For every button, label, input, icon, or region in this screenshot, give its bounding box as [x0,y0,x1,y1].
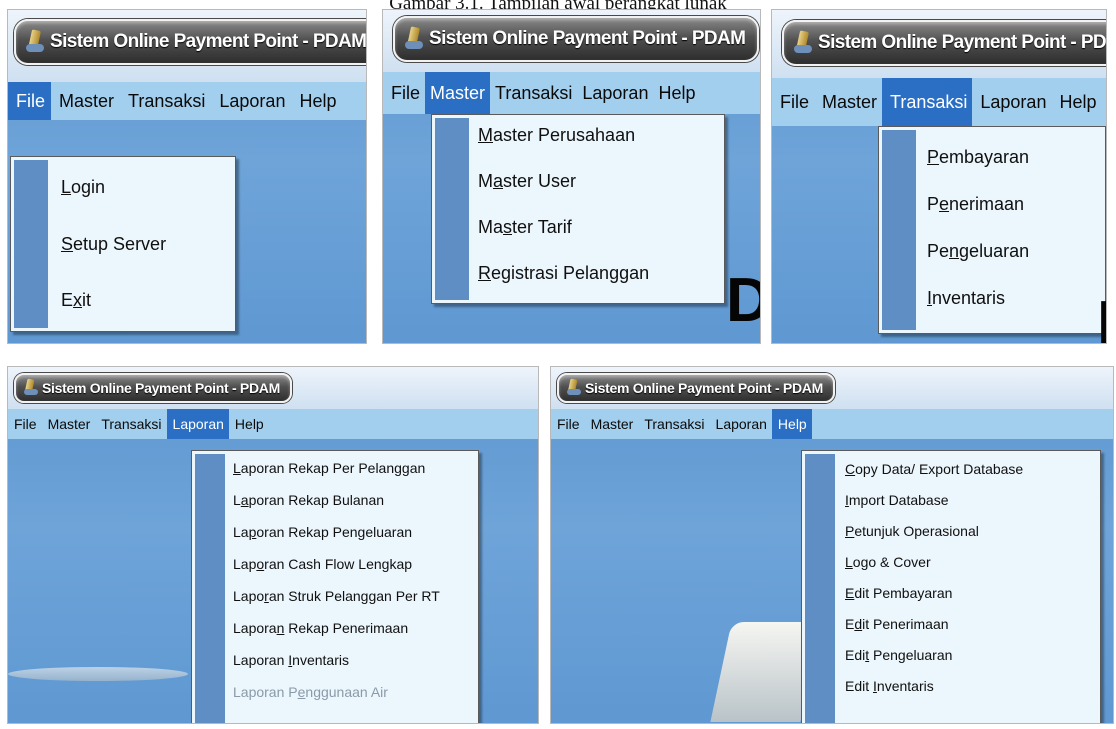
background-logo-letter: D [726,265,760,336]
menu-item-laporan-penggunaan-air: Laporan Penggunaan Air [233,684,388,700]
window-title: Sistem Online Payment Point - PDAM [782,20,1107,66]
menu-transaksi[interactable]: Transaksi [882,78,973,126]
menu-item-master-user[interactable]: Master User [478,171,576,192]
menu-laporan[interactable]: Laporan [166,409,229,439]
menu-item-laporan-inventaris[interactable]: Laporan Inventaris [233,652,349,668]
menu-file[interactable]: File [383,72,425,114]
app-icon [403,26,425,51]
menu-file[interactable]: File [8,409,42,439]
screenshot-laporan-menu: Sistem Online Payment Point - PDAM File … [7,366,539,724]
app-icon [22,378,38,397]
menu-item-laporan-rekap-pengeluaran[interactable]: Laporan Rekap Pengeluaran [233,524,412,540]
menu-item-laporan-cash-flow-lengkap[interactable]: Laporan Cash Flow Lengkap [233,556,412,572]
menu-file[interactable]: File [8,82,52,120]
menu-transaksi[interactable]: Transaksi [120,82,211,120]
menu-laporan[interactable]: Laporan [710,409,772,439]
dropdown-icon-strip [14,160,48,328]
menu-bar: File Master Transaksi Laporan Help [772,78,1106,126]
menu-item-master-tarif[interactable]: Master Tarif [478,217,572,238]
menu-bar: File Master Transaksi Laporan Help [8,82,366,120]
window-title: Sistem Online Payment Point - PDAM [14,19,367,65]
menu-help[interactable]: Help [229,409,269,439]
menu-item-logo-cover[interactable]: Logo & Cover [845,554,931,570]
menu-file[interactable]: File [772,78,814,126]
screenshot-master-menu: Sistem Online Payment Point - PDAM File … [382,9,761,344]
menu-help[interactable]: Help [771,409,812,439]
title-bar: Sistem Online Payment Point - PDAM [8,10,366,82]
menu-item-copy-data-export-database[interactable]: Copy Data/ Export Database [845,461,1023,477]
screenshot-transaksi-menu: Sistem Online Payment Point - PDAM File … [771,9,1107,344]
menu-item-registrasi-pelanggan[interactable]: Registrasi Pelanggan [478,263,649,284]
window-title: Sistem Online Payment Point - PDAM [557,373,835,403]
app-icon [24,29,46,54]
menu-item-login[interactable]: Login [61,177,105,198]
menu-item-master-perusahaan[interactable]: Master Perusahaan [478,125,635,146]
master-dropdown: Master Perusahaan Master User Master Tar… [431,114,725,304]
background-wing [8,667,188,681]
transaksi-dropdown: Pembayaran Penerimaan Pengeluaran Invent… [878,126,1106,334]
menu-item-laporan-rekap-penerimaan[interactable]: Laporan Rekap Penerimaan [233,620,408,636]
menu-bar: File Master Transaksi Laporan Help [8,409,538,439]
menu-item-exit[interactable]: Exit [61,290,91,311]
menu-laporan[interactable]: Laporan [577,72,653,114]
menu-item-edit-pembayaran[interactable]: Edit Pembayaran [845,585,952,601]
screenshot-file-menu: Sistem Online Payment Point - PDAM File … [7,9,367,344]
menu-master[interactable]: Master [814,78,882,126]
window-title-text: Sistem Online Payment Point - PDAM [50,31,367,52]
menu-bar: File Master Transaksi Laporan Help [551,409,1113,439]
menu-laporan[interactable]: Laporan [972,78,1051,126]
dropdown-icon-strip [195,454,225,723]
menu-item-import-database[interactable]: Import Database [845,492,949,508]
menu-item-pengeluaran[interactable]: Pengeluaran [927,241,1029,262]
window-title: Sistem Online Payment Point - PDAM [393,16,760,62]
window-title-text: Sistem Online Payment Point - PDAM [429,28,746,49]
screenshot-help-menu: Sistem Online Payment Point - PDAM File … [550,366,1114,724]
menu-master[interactable]: Master [425,72,491,114]
menu-file[interactable]: File [551,409,585,439]
dropdown-icon-strip [882,130,916,330]
menu-master[interactable]: Master [42,409,96,439]
menu-item-edit-penerimaan[interactable]: Edit Penerimaan [845,616,949,632]
title-bar: Sistem Online Payment Point - PDAM [383,10,760,72]
menu-transaksi[interactable]: Transaksi [95,409,166,439]
menu-help[interactable]: Help [291,82,342,120]
title-bar: Sistem Online Payment Point - PDAM [772,10,1106,78]
menu-master[interactable]: Master [585,409,639,439]
window-title: Sistem Online Payment Point - PDAM [14,373,292,403]
menu-item-laporan-rekap-per-pelanggan[interactable]: Laporan Rekap Per Pelanggan [233,460,425,476]
menu-item-laporan-rekap-bulanan[interactable]: Laporan Rekap Bulanan [233,492,384,508]
app-icon [565,378,581,397]
app-icon [792,30,814,55]
file-dropdown: Login Setup Server Exit [10,156,236,332]
menu-item-edit-pengeluaran[interactable]: Edit Pengeluaran [845,647,952,663]
dropdown-icon-strip [805,454,835,723]
menu-item-pembayaran[interactable]: Pembayaran [927,147,1029,168]
menu-help[interactable]: Help [1051,78,1101,126]
window-title-text: Sistem Online Payment Point - PDAM [818,32,1107,53]
menu-item-laporan-struk-pelanggan-per-rt[interactable]: Laporan Struk Pelanggan Per RT [233,588,440,604]
window-title-text: Sistem Online Payment Point - PDAM [42,380,280,396]
laporan-dropdown: Laporan Rekap Per Pelanggan Laporan Reka… [191,450,479,723]
dropdown-icon-strip [435,118,469,300]
menu-item-edit-inventaris[interactable]: Edit Inventaris [845,678,934,694]
menu-help[interactable]: Help [653,72,700,114]
menu-item-petunjuk-operasional[interactable]: Petunjuk Operasional [845,523,979,539]
background-logo-letter: N [1097,288,1106,343]
title-bar: Sistem Online Payment Point - PDAM [8,367,538,409]
title-bar: Sistem Online Payment Point - PDAM [551,367,1113,409]
window-title-text: Sistem Online Payment Point - PDAM [585,380,823,396]
menu-transaksi[interactable]: Transaksi [490,72,577,114]
menu-bar: File Master Transaksi Laporan Help [383,72,760,114]
menu-transaksi[interactable]: Transaksi [638,409,709,439]
help-dropdown: Copy Data/ Export Database Import Databa… [801,450,1101,723]
menu-item-setup-server[interactable]: Setup Server [61,234,166,255]
menu-master[interactable]: Master [51,82,120,120]
menu-item-penerimaan[interactable]: Penerimaan [927,194,1024,215]
menu-item-inventaris[interactable]: Inventaris [927,288,1005,309]
menu-laporan[interactable]: Laporan [211,82,291,120]
